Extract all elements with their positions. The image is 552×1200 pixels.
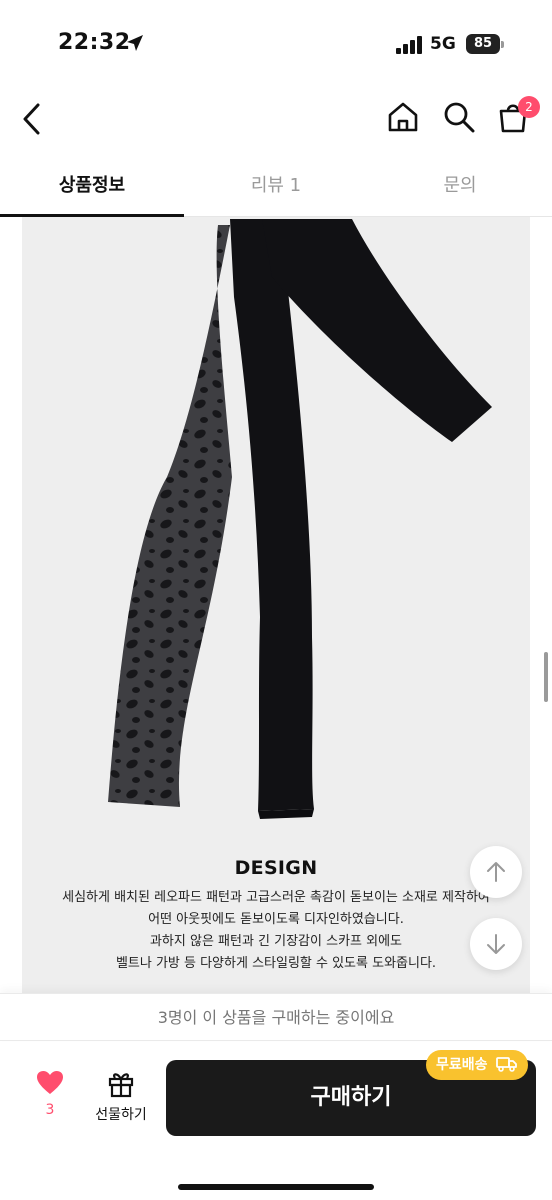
back-icon[interactable]: [18, 102, 48, 136]
search-icon[interactable]: [442, 100, 476, 134]
like-button[interactable]: 3: [28, 1070, 72, 1118]
bottom-action-bar: 3 선물하기 구매하기 무료배송: [0, 1042, 552, 1200]
heart-icon: [37, 1071, 63, 1094]
battery-tip: [501, 41, 504, 48]
design-line-2: 어떤 아웃핏에도 돋보이도록 디자인하였습니다.: [148, 912, 404, 927]
design-section: DESIGN 세심하게 배치된 레오파드 패턴과 고급스러운 촉감이 돋보이는 …: [22, 857, 530, 975]
buying-now-notice: 3명이 이 상품을 구매하는 중이에요: [0, 993, 552, 1041]
status-bar: 22:32 5G 85: [0, 0, 552, 88]
scarf-product-image: [108, 219, 492, 819]
scrollbar-thumb[interactable]: [544, 652, 548, 702]
arrow-down-icon: [487, 934, 505, 954]
location-arrow-icon: [127, 35, 143, 51]
status-time: 22:32: [58, 30, 131, 55]
tab-inquiry[interactable]: 문의: [368, 160, 552, 216]
product-detail-content: DESIGN 세심하게 배치된 레오파드 패턴과 고급스러운 촉감이 돋보이는 …: [22, 217, 530, 993]
app-header: 2: [0, 88, 552, 152]
network-type: 5G: [430, 34, 456, 54]
home-icon[interactable]: [386, 100, 420, 134]
battery-level: 85: [466, 34, 500, 54]
gift-label: 선물하기: [95, 1107, 147, 1123]
design-line-4: 벨트나 가방 등 다양하게 스타일링할 수 있도록 도와줍니다.: [115, 956, 437, 971]
gift-icon: [108, 1073, 134, 1098]
tab-product-info[interactable]: 상품정보: [0, 160, 184, 217]
design-line-1: 세심하게 배치된 레오파드 패턴과 고급스러운 촉감이 돋보이는 소재로 제작하…: [62, 890, 490, 905]
gift-button[interactable]: 선물하기: [88, 1070, 154, 1124]
design-heading: DESIGN: [234, 857, 318, 879]
scroll-down-button[interactable]: [470, 918, 522, 970]
cart-count-badge: 2: [518, 96, 540, 118]
tab-reviews[interactable]: 리뷰 1: [184, 160, 368, 216]
scroll-up-button[interactable]: [470, 846, 522, 898]
like-count: 3: [45, 1102, 55, 1118]
product-tabs: 상품정보 리뷰 1 문의: [0, 160, 552, 217]
free-shipping-badge: 무료배송: [426, 1050, 529, 1080]
arrow-up-icon: [487, 862, 505, 882]
truck-icon: [496, 1056, 518, 1072]
home-indicator[interactable]: [178, 1184, 374, 1190]
signal-icon: [396, 36, 422, 54]
free-shipping-label: 무료배송: [436, 1057, 488, 1073]
design-line-3: 과하지 않은 패턴과 긴 기장감이 스카프 외에도: [149, 934, 403, 949]
